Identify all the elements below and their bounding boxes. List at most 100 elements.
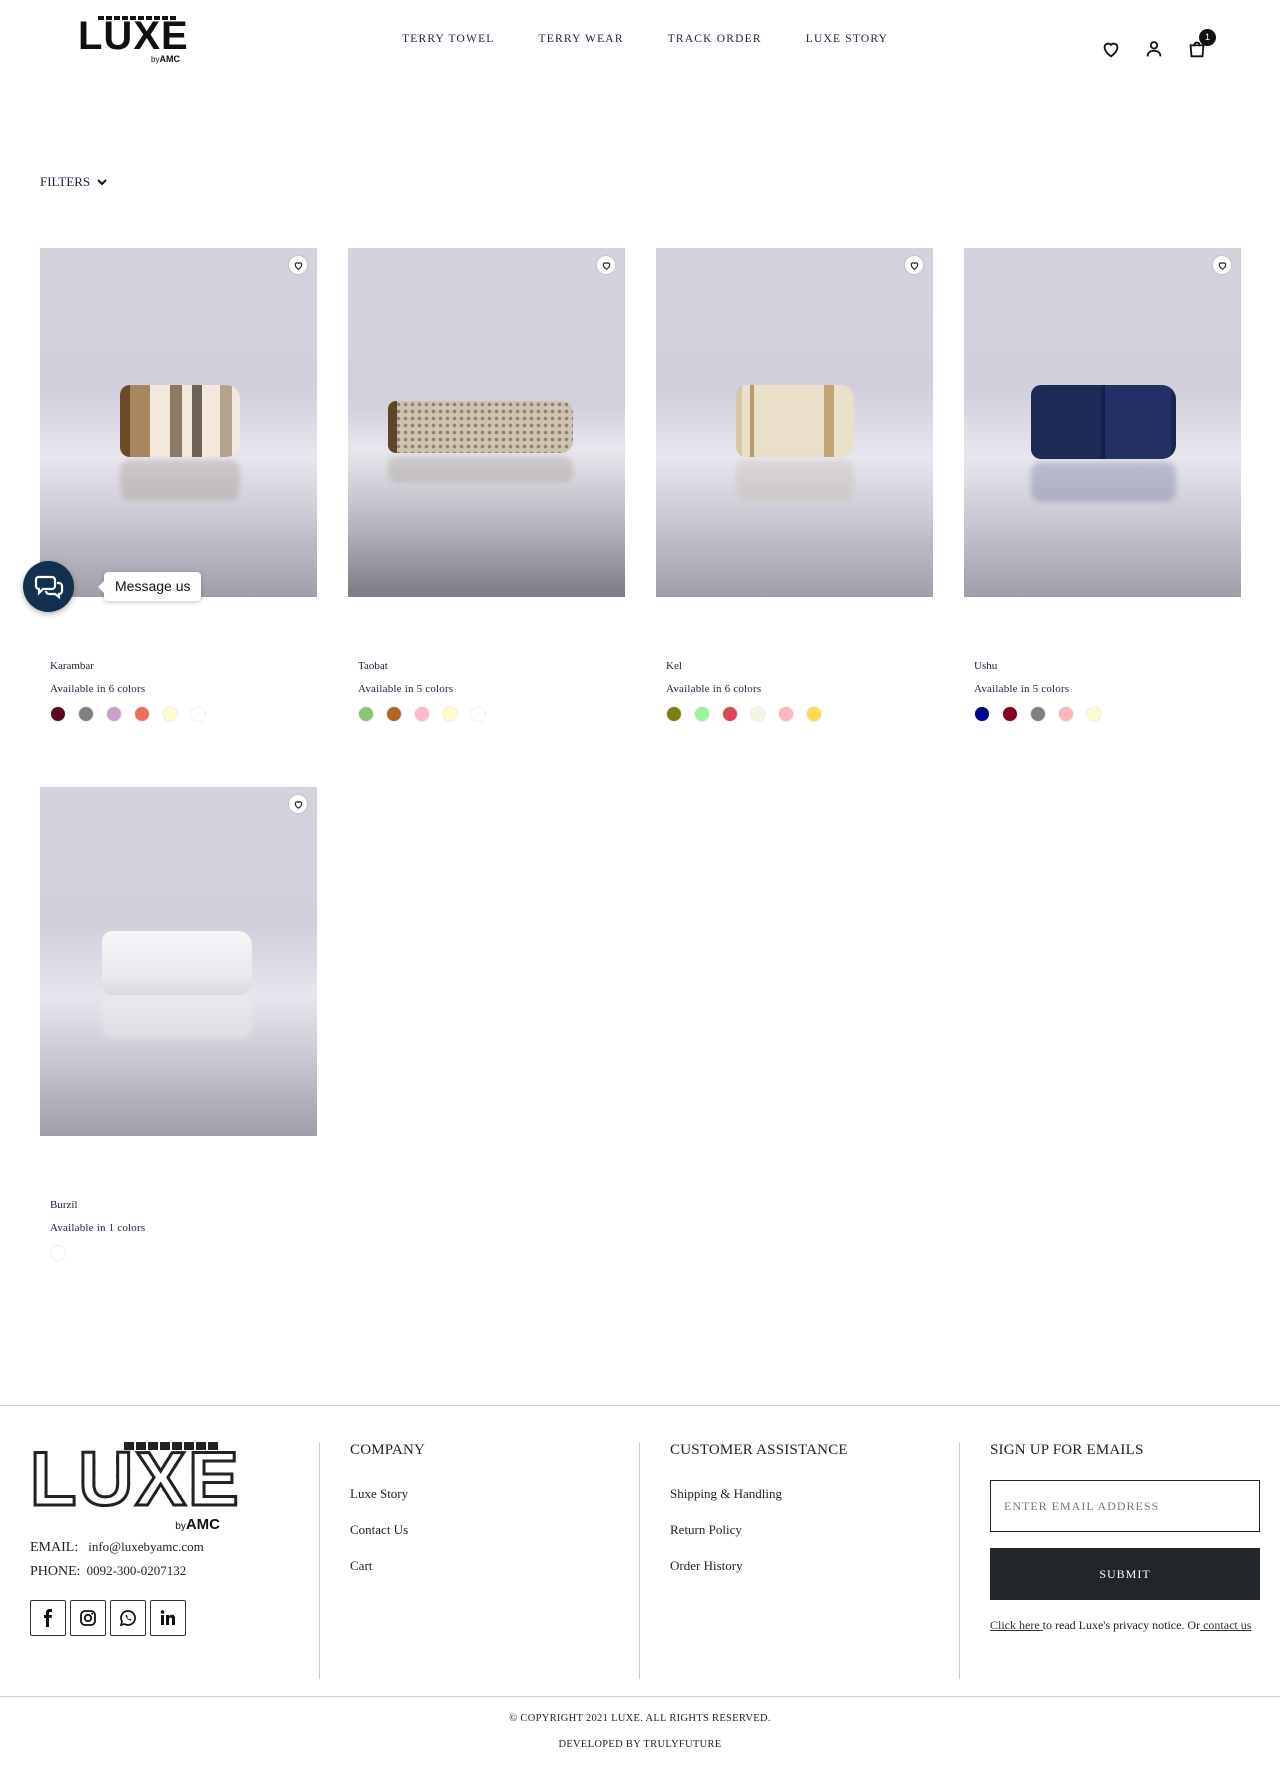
heart-icon[interactable]: [1100, 38, 1122, 60]
linkedin-icon[interactable]: [150, 1600, 186, 1636]
logo-pattern: [124, 1442, 220, 1450]
product-image[interactable]: [348, 248, 625, 597]
copyright-text: © COPYRIGHT 2021 LUXE. ALL RIGHTS RESERV…: [509, 1713, 771, 1724]
footer-email: EMAIL: info@luxebyamc.com: [30, 1539, 204, 1556]
facebook-icon[interactable]: [30, 1600, 66, 1636]
wishlist-heart-icon[interactable]: [1213, 256, 1231, 274]
filters-label: FILTERS: [40, 174, 91, 189]
color-swatch[interactable]: [162, 706, 178, 722]
contact-us-link[interactable]: contact us: [1200, 1618, 1251, 1632]
color-swatch[interactable]: [722, 706, 738, 722]
color-swatch[interactable]: [442, 706, 458, 722]
color-swatch[interactable]: [50, 1245, 66, 1261]
color-swatch[interactable]: [106, 706, 122, 722]
email-signup-input[interactable]: [990, 1480, 1260, 1532]
footer-divider: [0, 1405, 1280, 1406]
color-swatch[interactable]: [1058, 706, 1074, 722]
color-swatch[interactable]: [806, 706, 822, 722]
color-swatch[interactable]: [134, 706, 150, 722]
footer-link-contact-us[interactable]: Contact Us: [350, 1522, 425, 1538]
product-card[interactable]: Burzil Available in 1 colors: [40, 787, 317, 1261]
product-availability: Available in 1 colors: [50, 1222, 146, 1234]
main-nav: TERRY TOWEL TERRY WEAR TRACK ORDER LUXE …: [402, 33, 888, 45]
nav-terry-wear[interactable]: TERRY WEAR: [539, 33, 624, 45]
privacy-notice: Click here to read Luxe's privacy notice…: [990, 1618, 1251, 1633]
color-swatch[interactable]: [190, 706, 206, 722]
product-card[interactable]: Karambar Available in 6 colors: [40, 248, 317, 722]
color-swatch[interactable]: [50, 706, 66, 722]
color-swatch[interactable]: [470, 706, 486, 722]
color-swatches: [974, 706, 1102, 722]
developer-credit[interactable]: DEVELOPED BY TRULYFUTURE: [0, 1739, 1280, 1750]
user-icon[interactable]: [1143, 38, 1165, 60]
color-swatches: [50, 706, 206, 722]
footer-assistance-column: CUSTOMER ASSISTANCE Shipping & Handling …: [670, 1442, 848, 1594]
footer-logo-byline: byAMC: [175, 1516, 220, 1533]
product-name[interactable]: Taobat: [358, 660, 388, 672]
color-swatch[interactable]: [974, 706, 990, 722]
product-name[interactable]: Kel: [666, 660, 682, 672]
product-card[interactable]: Taobat Available in 5 colors: [348, 248, 625, 722]
footer-logo[interactable]: LUXE byAMC: [29, 1437, 241, 1534]
email-label: EMAIL:: [30, 1540, 79, 1555]
nav-terry-towel[interactable]: TERRY TOWEL: [402, 33, 495, 45]
chat-button[interactable]: [23, 561, 74, 612]
color-swatch[interactable]: [666, 706, 682, 722]
nav-luxe-story[interactable]: LUXE STORY: [806, 33, 888, 45]
product-card[interactable]: Ushu Available in 5 colors: [964, 248, 1241, 722]
instagram-icon[interactable]: [70, 1600, 106, 1636]
wishlist-heart-icon[interactable]: [905, 256, 923, 274]
color-swatch[interactable]: [778, 706, 794, 722]
footer-link-order-history[interactable]: Order History: [670, 1558, 848, 1574]
color-swatch[interactable]: [78, 706, 94, 722]
wishlist-heart-icon[interactable]: [289, 256, 307, 274]
footer-column-divider: [319, 1442, 320, 1679]
product-card[interactable]: Kel Available in 6 colors: [656, 248, 933, 722]
product-name[interactable]: Ushu: [974, 660, 997, 672]
filters-toggle[interactable]: FILTERS: [40, 174, 108, 190]
color-swatch[interactable]: [1002, 706, 1018, 722]
message-us-label[interactable]: Message us: [97, 572, 202, 601]
footer-company-column: COMPANY Luxe Story Contact Us Cart: [350, 1442, 425, 1594]
company-heading: COMPANY: [350, 1442, 426, 1458]
footer-signup-column: SIGN UP FOR EMAILS: [990, 1442, 1143, 1459]
privacy-text: to read Luxe's privacy notice. Or: [1042, 1618, 1201, 1632]
nav-track-order[interactable]: TRACK ORDER: [668, 33, 762, 45]
cart-icon[interactable]: 1: [1186, 29, 1216, 60]
footer-link-return-policy[interactable]: Return Policy: [670, 1522, 848, 1538]
footer-column-divider: [639, 1442, 640, 1679]
product-image[interactable]: [964, 248, 1241, 597]
color-swatch[interactable]: [750, 706, 766, 722]
color-swatch[interactable]: [1030, 706, 1046, 722]
email-value[interactable]: info@luxebyamc.com: [88, 1539, 204, 1554]
footer-column-divider: [959, 1442, 960, 1679]
color-swatch[interactable]: [386, 706, 402, 722]
submit-button[interactable]: SUBMIT: [990, 1548, 1260, 1600]
product-image[interactable]: [40, 248, 317, 597]
color-swatch[interactable]: [694, 706, 710, 722]
footer-logo-text: LUXE: [29, 1437, 241, 1522]
footer-link-luxe-story[interactable]: Luxe Story: [350, 1486, 425, 1502]
header-icons: 1: [1100, 29, 1216, 60]
product-image[interactable]: [656, 248, 933, 597]
product-image[interactable]: [40, 787, 317, 1136]
product-name[interactable]: Burzil: [50, 1199, 78, 1211]
wishlist-heart-icon[interactable]: [289, 795, 307, 813]
footer-link-shipping[interactable]: Shipping & Handling: [670, 1486, 848, 1502]
product-availability: Available in 6 colors: [50, 683, 146, 695]
phone-value[interactable]: 0092-300-0207132: [87, 1563, 187, 1578]
privacy-link[interactable]: Click here: [990, 1618, 1043, 1632]
footer-link-cart[interactable]: Cart: [350, 1558, 425, 1574]
product-name[interactable]: Karambar: [50, 660, 94, 672]
whatsapp-icon[interactable]: [110, 1600, 146, 1636]
wishlist-heart-icon[interactable]: [597, 256, 615, 274]
color-swatch[interactable]: [358, 706, 374, 722]
color-swatch[interactable]: [414, 706, 430, 722]
luxe-logo[interactable]: LUXE byAMC: [78, 16, 188, 66]
logo-byline: byAMC: [151, 54, 180, 64]
footer-bottom-divider: [0, 1696, 1280, 1697]
color-swatch[interactable]: [1086, 706, 1102, 722]
color-swatches: [358, 706, 486, 722]
assistance-heading: CUSTOMER ASSISTANCE: [670, 1442, 848, 1458]
signup-heading: SIGN UP FOR EMAILS: [990, 1442, 1144, 1458]
